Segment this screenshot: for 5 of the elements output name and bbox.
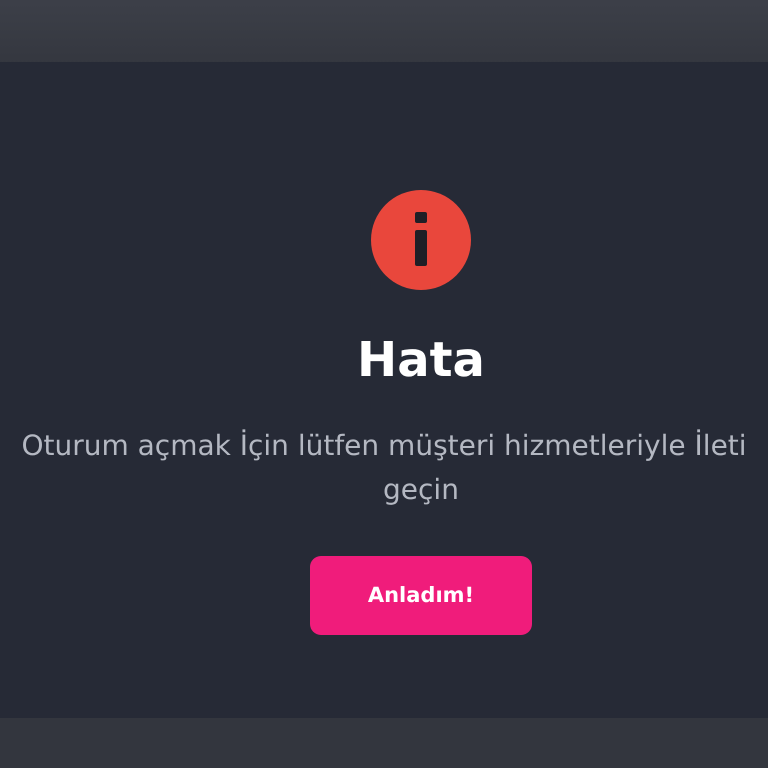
dialog-message: geçin: [383, 472, 459, 508]
dialog-title: Hata: [357, 332, 485, 390]
info-icon: [371, 190, 471, 290]
confirm-button[interactable]: Anladım!: [310, 556, 532, 635]
dialog-message: Oturum açmak İçin lütfen müşteri hizmetleriyle İleti: [21, 428, 747, 464]
